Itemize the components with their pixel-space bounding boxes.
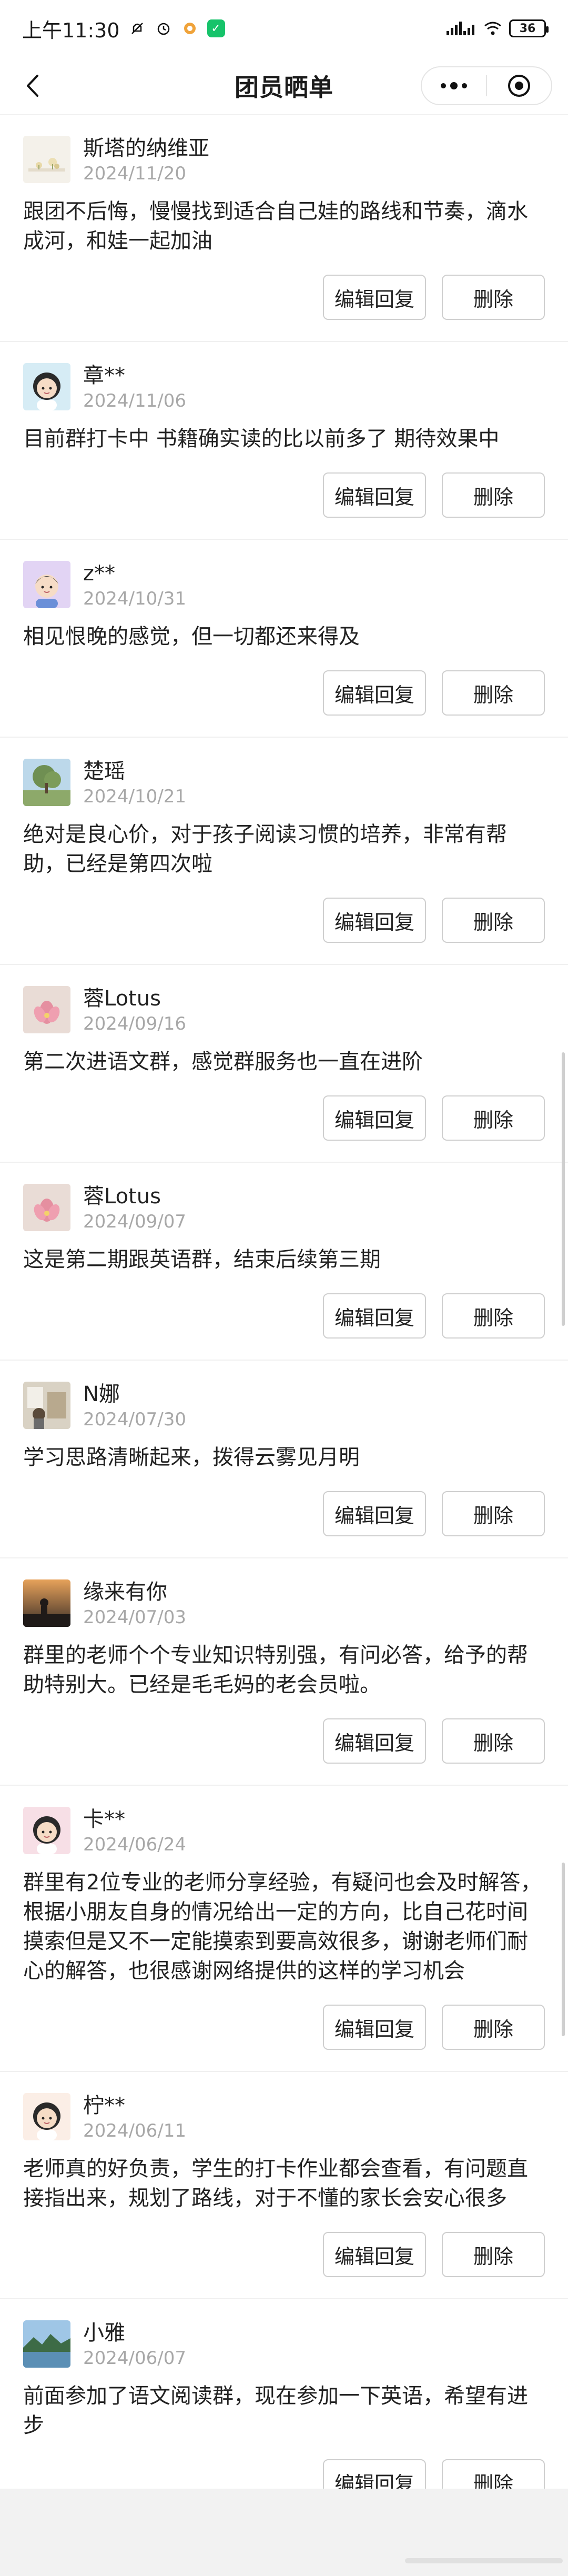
review-text: 老师真的好负责，学生的打卡作业都会查看，有问题直接指出来，规划了路线，对于不懂的…	[23, 2157, 528, 2210]
sunset-silhouette-avatar	[23, 1579, 70, 1627]
review-item: z** 2024/10/31 相见恨晚的感觉，但一切都还来得及 编辑回复 删除	[0, 540, 568, 738]
review-date: 2024/09/07	[83, 1211, 186, 1232]
signal-icon	[445, 19, 476, 37]
cartoon-girl-avatar	[23, 2093, 70, 2140]
review-text: 前面参加了语文阅读群，现在参加一下英语，希望有进步	[23, 2384, 528, 2438]
edit-reply-button[interactable]: 编辑回复	[323, 1718, 426, 1764]
review-date: 2024/11/06	[83, 390, 186, 411]
review-text: 群里有2位专业的老师分享经验，有疑问也会及时解答，根据小朋友自身的情况给出一定的…	[23, 1870, 542, 1983]
review-text: 跟团不后悔，慢慢找到适合自己娃的路线和节奏，滴水成河，和娃一起加油	[23, 199, 528, 253]
review-item: 章** 2024/11/06 目前群打卡中 书籍确实读的比以前多了 期待效果中 …	[0, 342, 568, 540]
reviewer-name: 章**	[83, 364, 125, 388]
review-text: 目前群打卡中 书籍确实读的比以前多了 期待效果中	[23, 427, 500, 451]
delete-button[interactable]: 删除	[442, 898, 545, 943]
edit-reply-button[interactable]: 编辑回复	[323, 1491, 426, 1536]
alarm-icon	[155, 19, 173, 37]
reviewer-name: 蓉Lotus	[83, 1184, 161, 1209]
miniapp-capsule	[421, 66, 552, 105]
review-text: 绝对是良心价，对于孩子阅读习惯的培养，非常有帮助，已经是第四次啦	[23, 822, 507, 876]
cartoon-boy-avatar	[23, 561, 70, 608]
reviewer-name: 蓉Lotus	[83, 987, 161, 1011]
review-item: N娜 2024/07/30 学习思路清晰起来，拨得云雾见月明 编辑回复 删除	[0, 1361, 568, 1558]
reviewer-name: 斯塔的纳维亚	[83, 136, 209, 160]
delete-button[interactable]: 删除	[442, 2005, 545, 2050]
more-button[interactable]	[422, 67, 486, 104]
chevron-left-icon	[27, 75, 38, 97]
review-date: 2024/10/31	[83, 588, 186, 609]
app-notification-icon	[181, 19, 199, 37]
cartoon-girl-avatar	[23, 363, 70, 410]
reviewer-name: 柠**	[83, 2094, 125, 2118]
review-item: 卡** 2024/06/24 群里有2位专业的老师分享经验，有疑问也会及时解答，…	[0, 1786, 568, 2072]
lotus-avatar	[23, 986, 70, 1033]
reviewer-name: 卡**	[83, 1807, 125, 1832]
battery-indicator: 36	[509, 19, 549, 37]
review-date: 2024/11/20	[83, 163, 186, 184]
lake-landscape-avatar	[23, 2320, 70, 2368]
more-dots-icon	[441, 82, 467, 89]
delete-button[interactable]: 删除	[442, 1491, 545, 1536]
delete-button[interactable]: 删除	[442, 1718, 545, 1764]
scrollbar-thumb[interactable]	[562, 1863, 565, 2036]
status-bar: 上午11:30 ✓ 36	[0, 0, 568, 57]
room-photo-avatar	[23, 1382, 70, 1429]
edit-reply-button[interactable]: 编辑回复	[323, 2232, 426, 2277]
delete-button[interactable]: 删除	[442, 1293, 545, 1339]
review-item: 楚瑶 2024/10/21 绝对是良心价，对于孩子阅读习惯的培养，非常有帮助，已…	[0, 738, 568, 965]
wechat-icon: ✓	[207, 19, 225, 37]
review-text: 相见恨晚的感觉，但一切都还来得及	[23, 625, 360, 649]
edit-reply-button[interactable]: 编辑回复	[323, 670, 426, 716]
review-text: 第二次进语文群，感觉群服务也一直在进阶	[23, 1050, 423, 1074]
reviewer-name: 缘来有你	[83, 1580, 167, 1604]
flowers-avatar	[23, 136, 70, 183]
scrollbar-thumb[interactable]	[562, 1052, 565, 1326]
edit-reply-button[interactable]: 编辑回复	[323, 1095, 426, 1141]
review-date: 2024/10/21	[83, 786, 186, 807]
review-date: 2024/09/16	[83, 1013, 186, 1034]
edit-reply-button[interactable]: 编辑回复	[323, 472, 426, 518]
review-item: 柠** 2024/06/11 老师真的好负责，学生的打卡作业都会查看，有问题直接…	[0, 2072, 568, 2299]
wifi-icon	[484, 19, 502, 37]
status-time: 上午11:30	[22, 18, 120, 42]
tree-landscape-avatar	[23, 759, 70, 806]
review-item: 蓉Lotus 2024/09/07 这是第二期跟英语群，结束后续第三期 编辑回复…	[0, 1163, 568, 1361]
delete-button[interactable]: 删除	[442, 670, 545, 716]
delete-button[interactable]: 删除	[442, 472, 545, 518]
edit-reply-button[interactable]: 编辑回复	[323, 1293, 426, 1339]
review-item: 斯塔的纳维亚 2024/11/20 跟团不后悔，慢慢找到适合自己娃的路线和节奏，…	[0, 115, 568, 342]
cartoon-girl-avatar	[23, 1807, 70, 1854]
mute-icon	[128, 19, 146, 37]
nav-bar: 团员晒单	[0, 57, 568, 115]
delete-button[interactable]: 删除	[442, 2232, 545, 2277]
close-miniapp-button[interactable]	[487, 67, 551, 104]
reviewer-name: z**	[83, 561, 115, 586]
review-date: 2024/07/03	[83, 1607, 186, 1628]
review-text: 群里的老师个个专业知识特别强，有问必答，给予的帮助特别大。已经是毛毛妈的老会员啦…	[23, 1643, 528, 1697]
review-date: 2024/06/07	[83, 2348, 186, 2369]
delete-button[interactable]: 删除	[442, 1095, 545, 1141]
reviewer-name: 楚瑶	[83, 759, 125, 783]
review-list: 斯塔的纳维亚 2024/11/20 跟团不后悔，慢慢找到适合自己娃的路线和节奏，…	[0, 115, 568, 2525]
edit-reply-button[interactable]: 编辑回复	[323, 2005, 426, 2050]
review-text: 学习思路清晰起来，拨得云雾见月明	[23, 1445, 360, 1470]
target-close-icon	[508, 75, 530, 97]
delete-button[interactable]: 删除	[442, 275, 545, 320]
review-item: 蓉Lotus 2024/09/16 第二次进语文群，感觉群服务也一直在进阶 编辑…	[0, 965, 568, 1163]
reviewer-name: N娜	[83, 1382, 120, 1406]
reviewer-name: 小雅	[83, 2321, 125, 2345]
back-button[interactable]	[19, 72, 47, 100]
review-item: 缘来有你 2024/07/03 群里的老师个个专业知识特别强，有问必答，给予的帮…	[0, 1558, 568, 1786]
review-date: 2024/07/30	[83, 1409, 186, 1430]
review-date: 2024/06/11	[83, 2120, 186, 2141]
review-date: 2024/06/24	[83, 1834, 186, 1855]
edit-reply-button[interactable]: 编辑回复	[323, 275, 426, 320]
page-title: 团员晒单	[235, 73, 333, 102]
home-indicator	[405, 2558, 563, 2563]
lotus-avatar	[23, 1184, 70, 1231]
review-text: 这是第二期跟英语群，结束后续第三期	[23, 1247, 381, 1272]
edit-reply-button[interactable]: 编辑回复	[323, 898, 426, 943]
